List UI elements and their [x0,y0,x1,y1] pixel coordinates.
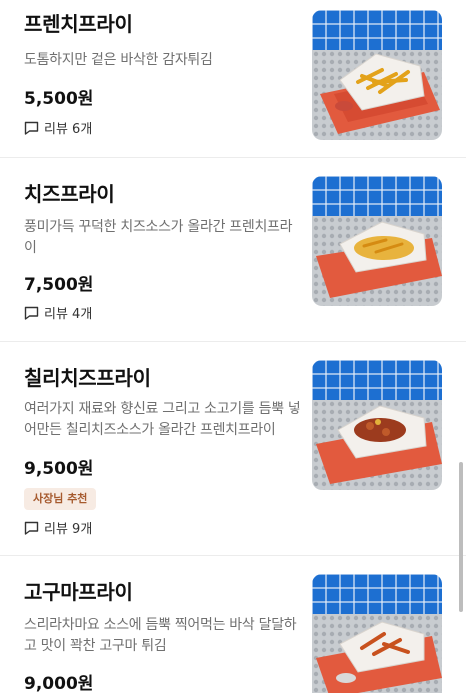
menu-item-price: 5,500원 [24,89,94,109]
menu-item-price: 9,500원 [24,459,94,479]
comment-icon [24,521,39,535]
menu-item-price: 7,500원 [24,275,94,295]
chili-cheese-fries-photo[interactable] [312,360,442,490]
review-count-label: 리뷰 4개 [44,307,93,322]
review-count-label: 리뷰 9개 [44,522,93,537]
scrollbar[interactable] [459,462,463,612]
menu-item-price: 9,000원 [24,674,94,693]
comment-icon [24,306,39,320]
menu-item-description: 스리라차마요 소스에 듬뿍 찍어먹는 바삭 달달하고 맛이 꽉찬 고구마 튀김 [24,617,297,654]
cheese-fries-photo[interactable] [312,176,442,306]
menu-item-cheese-fries[interactable]: 치즈프라이 풍미가득 꾸덕한 치즈소스가 올라간 프렌치프라이 7,500원 리… [0,158,466,342]
menu-list: 프렌치프라이 도톰하지만 겉은 바삭한 감자튀김 5,500원 리뷰 6개 치즈… [0,0,466,693]
french-fries-photo[interactable] [312,10,442,140]
menu-item-description: 풍미가득 꾸덕한 치즈소스가 올라간 프렌치프라이 [24,219,293,256]
menu-item-description: 도톰하지만 겉은 바삭한 감자튀김 [24,52,213,68]
menu-item-sweet-potato-fries[interactable]: 고구마프라이 스리라차마요 소스에 듬뿍 찍어먹는 바삭 달달하고 맛이 꽉찬 … [0,556,466,693]
comment-icon [24,121,39,135]
menu-item-description: 여러가지 재료와 향신료 그리고 소고기를 듬뿍 넣어만든 칠리치즈소스가 올라… [24,401,301,438]
review-count[interactable]: 리뷰 6개 [24,118,92,137]
owner-pick-badge: 사장님 추천 [24,488,97,510]
menu-item-name: 고구마프라이 [24,580,133,604]
review-count-label: 리뷰 6개 [44,122,93,137]
menu-item-name: 프렌치프라이 [24,12,133,36]
menu-item-chili-cheese-fries[interactable]: 칠리치즈프라이 여러가지 재료와 향신료 그리고 소고기를 듬뿍 넣어만든 칠리… [0,342,466,556]
review-count[interactable]: 리뷰 4개 [24,303,92,322]
review-count[interactable]: 리뷰 9개 [24,518,92,537]
sweet-potato-fries-photo[interactable] [312,574,442,693]
menu-item-french-fries[interactable]: 프렌치프라이 도톰하지만 겉은 바삭한 감자튀김 5,500원 리뷰 6개 [0,0,466,158]
menu-item-name: 칠리치즈프라이 [24,366,151,390]
menu-item-name: 치즈프라이 [24,182,115,206]
